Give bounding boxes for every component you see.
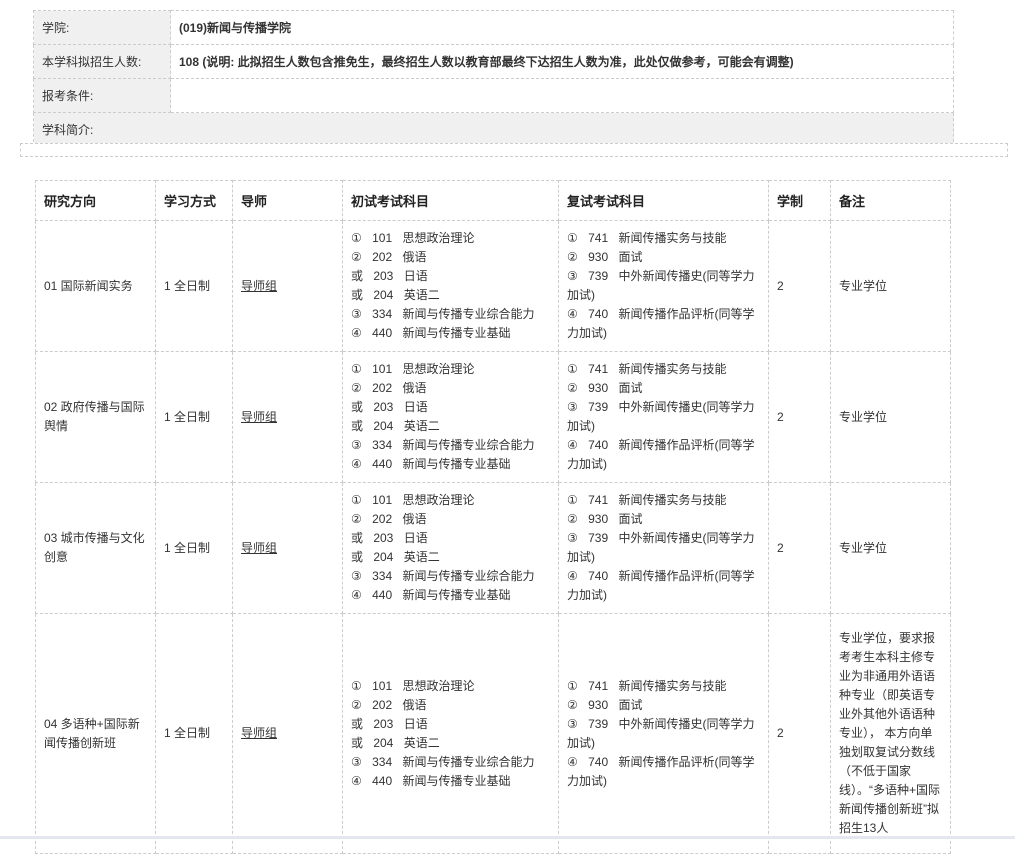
advisor-cell: 导师组 <box>233 352 343 483</box>
initial-subject-line-2: 或 203 日语 <box>351 715 550 734</box>
initial-subject-line-0: ① 101 思想政治理论 <box>351 360 550 379</box>
initial-subject-line-1: ② 202 俄语 <box>351 696 550 715</box>
table-row: 02 政府传播与国际舆情1 全日制导师组 ① 101 思想政治理论② 202 俄语… <box>36 352 951 483</box>
initial-subject-line-0: ① 101 思想政治理论 <box>351 491 550 510</box>
retest-subject-line-3: ④ 740 新闻传播作品评析(同等学力加试) <box>567 753 760 791</box>
advisor-group-link[interactable]: 导师组 <box>241 726 277 740</box>
discipline-intro-label: 学科简介: <box>34 113 954 147</box>
info-row-college: 学院: (019)新闻与传播学院 <box>34 11 954 45</box>
initial-subject-line-1: ② 202 俄语 <box>351 379 550 398</box>
initial-subject-line-2: 或 203 日语 <box>351 398 550 417</box>
application-requirements-value <box>171 79 954 113</box>
column-header-row: 研究方向学习方式导师初试考试科目复试考试科目学制备注 <box>36 181 951 221</box>
column-header-1: 学习方式 <box>156 181 233 221</box>
advisor-cell: 导师组 <box>233 483 343 614</box>
planned-enrollment-label: 本学科拟招生人数: <box>34 45 171 79</box>
initial-subject-line-2: 或 203 日语 <box>351 267 550 286</box>
study-mode-cell: 1 全日制 <box>156 352 233 483</box>
application-requirements-label: 报考条件: <box>34 79 171 113</box>
program-table: 研究方向学习方式导师初试考试科目复试考试科目学制备注 01 国际新闻实务1 全日… <box>35 180 951 854</box>
retest-subject-line-1: ② 930 面试 <box>567 510 760 529</box>
retest-exam-subjects-cell: ① 741 新闻传播实务与技能② 930 面试③ 739 中外新闻传播史(同等学… <box>559 614 769 854</box>
program-table-header: 研究方向学习方式导师初试考试科目复试考试科目学制备注 <box>36 181 951 221</box>
college-label: 学院: <box>34 11 171 45</box>
retest-subject-line-0: ① 741 新闻传播实务与技能 <box>567 360 760 379</box>
column-header-0: 研究方向 <box>36 181 156 221</box>
note-cell: 专业学位 <box>831 483 951 614</box>
duration-cell: 2 <box>769 221 831 352</box>
retest-exam-subjects-cell: ① 741 新闻传播实务与技能② 930 面试③ 739 中外新闻传播史(同等学… <box>559 483 769 614</box>
advisor-group-link[interactable]: 导师组 <box>241 279 277 293</box>
retest-subject-line-0: ① 741 新闻传播实务与技能 <box>567 491 760 510</box>
initial-subject-line-4: ③ 334 新闻与传播专业综合能力 <box>351 436 550 455</box>
initial-exam-subjects-cell: ① 101 思想政治理论② 202 俄语或 203 日语或 204 英语二③ 3… <box>343 221 559 352</box>
info-row-planned-enrollment: 本学科拟招生人数: 108 (说明: 此拟招生人数包含推免生，最终招生人数以教育… <box>34 45 954 79</box>
retest-subject-line-2: ③ 739 中外新闻传播史(同等学力加试) <box>567 715 760 753</box>
retest-subject-line-0: ① 741 新闻传播实务与技能 <box>567 677 760 696</box>
retest-subject-line-2: ③ 739 中外新闻传播史(同等学力加试) <box>567 267 760 305</box>
retest-subject-line-1: ② 930 面试 <box>567 696 760 715</box>
initial-subject-line-3: 或 204 英语二 <box>351 734 550 753</box>
initial-subject-line-1: ② 202 俄语 <box>351 248 550 267</box>
study-mode-cell: 1 全日制 <box>156 221 233 352</box>
initial-subject-line-4: ③ 334 新闻与传播专业综合能力 <box>351 305 550 324</box>
initial-subject-line-3: 或 204 英语二 <box>351 286 550 305</box>
column-header-4: 复试考试科目 <box>559 181 769 221</box>
research-direction-cell: 02 政府传播与国际舆情 <box>36 352 156 483</box>
initial-exam-subjects-cell: ① 101 思想政治理论② 202 俄语或 203 日语或 204 英语二③ 3… <box>343 483 559 614</box>
retest-exam-subjects-cell: ① 741 新闻传播实务与技能② 930 面试③ 739 中外新闻传播史(同等学… <box>559 352 769 483</box>
retest-subject-line-3: ④ 740 新闻传播作品评析(同等学力加试) <box>567 436 760 474</box>
advisor-cell: 导师组 <box>233 614 343 854</box>
research-direction-cell: 04 多语种+国际新闻传播创新班 <box>36 614 156 854</box>
retest-subject-line-0: ① 741 新闻传播实务与技能 <box>567 229 760 248</box>
initial-subject-line-2: 或 203 日语 <box>351 529 550 548</box>
duration-cell: 2 <box>769 352 831 483</box>
study-mode-cell: 1 全日制 <box>156 483 233 614</box>
initial-subject-line-1: ② 202 俄语 <box>351 510 550 529</box>
initial-subject-line-4: ③ 334 新闻与传播专业综合能力 <box>351 753 550 772</box>
advisor-group-link[interactable]: 导师组 <box>241 541 277 555</box>
retest-subject-line-2: ③ 739 中外新闻传播史(同等学力加试) <box>567 398 760 436</box>
column-header-2: 导师 <box>233 181 343 221</box>
initial-subject-line-5: ④ 440 新闻与传播专业基础 <box>351 586 550 605</box>
initial-subject-line-4: ③ 334 新闻与传播专业综合能力 <box>351 567 550 586</box>
info-row-application-requirements: 报考条件: <box>34 79 954 113</box>
discipline-intro-content-box <box>20 143 1008 157</box>
initial-exam-subjects-cell: ① 101 思想政治理论② 202 俄语或 203 日语或 204 英语二③ 3… <box>343 352 559 483</box>
study-mode-cell: 1 全日制 <box>156 614 233 854</box>
retest-exam-subjects-cell: ① 741 新闻传播实务与技能② 930 面试③ 739 中外新闻传播史(同等学… <box>559 221 769 352</box>
initial-exam-subjects-cell: ① 101 思想政治理论② 202 俄语或 203 日语或 204 英语二③ 3… <box>343 614 559 854</box>
retest-subject-line-1: ② 930 面试 <box>567 248 760 267</box>
retest-subject-line-1: ② 930 面试 <box>567 379 760 398</box>
column-header-3: 初试考试科目 <box>343 181 559 221</box>
initial-subject-line-3: 或 204 英语二 <box>351 548 550 567</box>
initial-subject-line-5: ④ 440 新闻与传播专业基础 <box>351 324 550 343</box>
planned-enrollment-value: 108 (说明: 此拟招生人数包含推免生，最终招生人数以教育部最终下达招生人数为… <box>171 45 954 79</box>
initial-subject-line-0: ① 101 思想政治理论 <box>351 229 550 248</box>
duration-cell: 2 <box>769 614 831 854</box>
table-row: 04 多语种+国际新闻传播创新班1 全日制导师组 ① 101 思想政治理论② 20… <box>36 614 951 854</box>
retest-subject-line-2: ③ 739 中外新闻传播史(同等学力加试) <box>567 529 760 567</box>
advisor-group-link[interactable]: 导师组 <box>241 410 277 424</box>
research-direction-cell: 01 国际新闻实务 <box>36 221 156 352</box>
initial-subject-line-5: ④ 440 新闻与传播专业基础 <box>351 772 550 791</box>
retest-subject-line-3: ④ 740 新闻传播作品评析(同等学力加试) <box>567 567 760 605</box>
note-cell: 专业学位，要求报考考生本科主修专业为非通用外语语种专业（即英语专业外其他外语语种… <box>831 614 951 854</box>
initial-subject-line-5: ④ 440 新闻与传播专业基础 <box>351 455 550 474</box>
table-row: 01 国际新闻实务1 全日制导师组 ① 101 思想政治理论② 202 俄语或 2… <box>36 221 951 352</box>
initial-subject-line-0: ① 101 思想政治理论 <box>351 677 550 696</box>
college-value: (019)新闻与传播学院 <box>171 11 954 45</box>
info-table: 学院: (019)新闻与传播学院 本学科拟招生人数: 108 (说明: 此拟招生… <box>33 10 954 147</box>
initial-subject-line-3: 或 204 英语二 <box>351 417 550 436</box>
info-row-discipline-intro: 学科简介: <box>34 113 954 147</box>
note-cell: 专业学位 <box>831 221 951 352</box>
column-header-5: 学制 <box>769 181 831 221</box>
duration-cell: 2 <box>769 483 831 614</box>
research-direction-cell: 03 城市传播与文化创意 <box>36 483 156 614</box>
advisor-cell: 导师组 <box>233 221 343 352</box>
table-row: 03 城市传播与文化创意1 全日制导师组 ① 101 思想政治理论② 202 俄语… <box>36 483 951 614</box>
retest-subject-line-3: ④ 740 新闻传播作品评析(同等学力加试) <box>567 305 760 343</box>
note-cell: 专业学位 <box>831 352 951 483</box>
column-header-6: 备注 <box>831 181 951 221</box>
